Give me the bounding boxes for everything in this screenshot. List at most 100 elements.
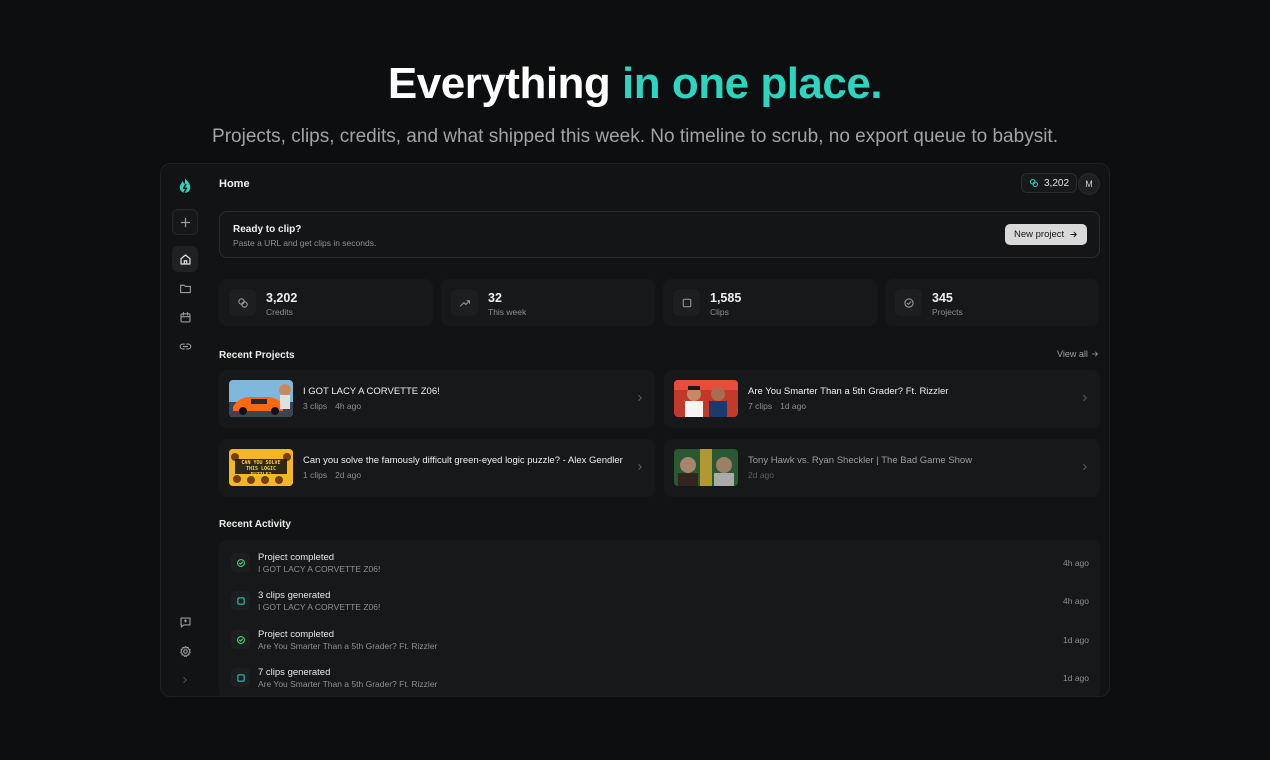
stat-label: Projects <box>932 307 963 317</box>
project-card[interactable]: Tony Hawk vs. Ryan Sheckler | The Bad Ga… <box>664 439 1100 497</box>
banner-subtitle: Paste a URL and get clips in seconds. <box>233 238 377 248</box>
stat-this-week: 32 This week <box>441 279 655 326</box>
sidebar-item-links[interactable] <box>172 333 198 359</box>
stat-value: 1,585 <box>710 291 742 305</box>
hero-title: Everything in one place. <box>0 58 1270 110</box>
project-clips: 1 clips <box>303 470 328 480</box>
view-all-link[interactable]: View all <box>1057 349 1099 359</box>
home-icon <box>179 253 191 265</box>
activity-time: 4h ago <box>1063 558 1089 568</box>
credits-value: 3,202 <box>1044 177 1070 189</box>
project-thumbnail <box>229 380 293 417</box>
new-project-button[interactable]: New project <box>1005 224 1088 245</box>
stat-label: Credits <box>266 307 293 317</box>
chevron-right-icon <box>638 395 642 401</box>
stat-value: 3,202 <box>266 291 298 305</box>
stat-label: This week <box>488 307 527 317</box>
chevron-right-icon <box>183 677 187 683</box>
ready-banner: Ready to clip? Paste a URL and get clips… <box>219 211 1100 258</box>
sidebar-expand-button[interactable] <box>172 667 198 693</box>
project-time: 1d ago <box>780 401 807 411</box>
new-project-label: New project <box>1014 229 1065 240</box>
stat-value: 32 <box>488 291 502 305</box>
stat-projects: 345 Projects <box>885 279 1099 326</box>
sidebar-item-projects[interactable] <box>172 275 198 301</box>
app-window: Home 3,202 M Ready to clip? Paste a URL … <box>160 163 1110 697</box>
stat-credits: 3,202 Credits <box>219 279 433 326</box>
sidebar <box>161 164 209 696</box>
project-meta: 7 clips 1d ago <box>748 401 814 411</box>
square-icon <box>673 289 700 316</box>
recent-activity-title: Recent Activity <box>219 519 291 530</box>
project-clips: 7 clips <box>748 401 773 411</box>
sidebar-item-calendar[interactable] <box>172 304 198 330</box>
folder-icon <box>179 284 191 293</box>
sidebar-item-home[interactable] <box>172 246 198 272</box>
check-circle-icon <box>231 630 250 649</box>
project-title: Are You Smarter Than a 5th Grader? Ft. R… <box>748 386 949 397</box>
project-title: I GOT LACY A CORVETTE Z06! <box>303 386 440 397</box>
activity-subtitle: Are You Smarter Than a 5th Grader? Ft. R… <box>258 641 438 651</box>
hero-subtitle: Projects, clips, credits, and what shipp… <box>212 126 1058 147</box>
list-item[interactable]: 3 clips generated I GOT LACY A CORVETTE … <box>219 583 1100 621</box>
credits-icon <box>229 289 256 316</box>
activity-title: Project completed <box>258 552 335 563</box>
project-meta: 1 clips 2d ago <box>303 470 369 480</box>
chevron-right-icon <box>1083 464 1087 470</box>
activity-subtitle: Are You Smarter Than a 5th Grader? Ft. R… <box>258 679 438 689</box>
feedback-icon <box>179 616 191 628</box>
activity-title: Project completed <box>258 629 335 640</box>
project-thumbnail <box>674 380 738 417</box>
activity-time: 1d ago <box>1063 635 1089 645</box>
check-circle-icon <box>895 289 922 316</box>
project-meta: 3 clips 4h ago <box>303 401 369 411</box>
project-time: 2d ago <box>335 470 362 480</box>
project-time: 2d ago <box>748 470 774 480</box>
activity-list: Project completed I GOT LACY A CORVETTE … <box>219 540 1100 696</box>
hero: Everything in one place. Projects, clips… <box>0 58 1270 150</box>
list-item[interactable]: Project completed I GOT LACY A CORVETTE … <box>219 545 1100 583</box>
activity-time: 4h ago <box>1063 596 1089 606</box>
list-item[interactable]: 7 clips generated Are You Smarter Than a… <box>219 660 1100 696</box>
square-icon <box>231 668 250 687</box>
arrow-right-icon <box>1070 231 1077 238</box>
activity-time: 1d ago <box>1063 673 1089 683</box>
project-title: Tony Hawk vs. Ryan Sheckler | The Bad Ga… <box>748 455 973 466</box>
activity-subtitle: I GOT LACY A CORVETTE Z06! <box>258 602 381 612</box>
link-icon <box>179 342 191 350</box>
list-item[interactable]: Project completed Are You Smarter Than a… <box>219 622 1100 660</box>
thumbnail-caption: CAN YOU SOLVE THIS LOGIC PUZZLE? <box>241 460 281 478</box>
plus-icon <box>180 217 190 227</box>
chevron-right-icon <box>638 464 642 470</box>
credits-badge[interactable]: 3,202 <box>1021 173 1078 193</box>
logo-icon[interactable] <box>172 173 198 199</box>
project-title: Can you solve the famously difficult gre… <box>303 455 623 466</box>
view-all-label: View all <box>1057 349 1088 359</box>
calendar-icon <box>179 311 191 323</box>
stat-clips: 1,585 Clips <box>663 279 877 326</box>
avatar[interactable]: M <box>1078 173 1100 195</box>
activity-title: 7 clips generated <box>258 667 331 678</box>
stat-value: 345 <box>932 291 953 305</box>
new-project-sidebar-button[interactable] <box>172 209 198 235</box>
credits-icon <box>1030 179 1038 187</box>
sidebar-item-settings[interactable] <box>172 638 198 664</box>
project-time: 4h ago <box>335 401 362 411</box>
activity-subtitle: I GOT LACY A CORVETTE Z06! <box>258 564 381 574</box>
project-card[interactable]: Are You Smarter Than a 5th Grader? Ft. R… <box>664 370 1100 428</box>
check-circle-icon <box>231 553 250 572</box>
page-title: Home <box>219 178 250 190</box>
arrow-right-icon <box>1091 351 1098 357</box>
square-icon <box>231 591 250 610</box>
stat-label: Clips <box>710 307 729 317</box>
project-card[interactable]: I GOT LACY A CORVETTE Z06! 3 clips 4h ago <box>219 370 655 428</box>
gear-icon <box>179 645 191 657</box>
project-thumbnail <box>674 449 738 486</box>
main-content: Home 3,202 M Ready to clip? Paste a URL … <box>219 164 1101 696</box>
project-card[interactable]: CAN YOU SOLVE THIS LOGIC PUZZLE? Can you… <box>219 439 655 497</box>
sidebar-item-feedback[interactable] <box>172 609 198 635</box>
chevron-right-icon <box>1083 395 1087 401</box>
project-thumbnail: CAN YOU SOLVE THIS LOGIC PUZZLE? <box>229 449 293 486</box>
banner-title: Ready to clip? <box>233 224 302 235</box>
hero-title-accent: in one place. <box>622 59 883 108</box>
